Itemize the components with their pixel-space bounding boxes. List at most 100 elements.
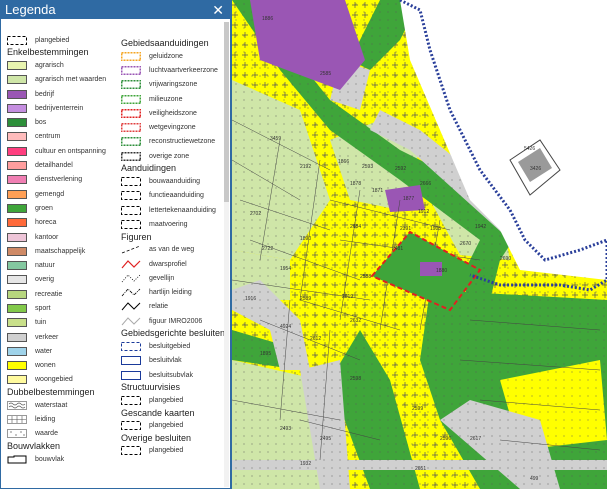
parcel-number: 1878 (350, 181, 361, 187)
legend-item: sport (7, 301, 115, 315)
legend-item-label: milieuzone (149, 95, 183, 103)
swatch-icon (7, 203, 27, 213)
parcel-number: 2592 (395, 166, 406, 172)
swatch-icon (121, 341, 141, 351)
legend-item-label: woongebied (35, 376, 73, 384)
swatch-icon (121, 108, 141, 118)
parcel-number: 3459 (270, 136, 281, 142)
legend-item-label: figuur IMRO2006 (149, 317, 203, 325)
parcel-number: 2684 (350, 224, 361, 230)
parcel-number: 1880 (436, 268, 447, 274)
swatch-icon (7, 303, 27, 313)
swatch-icon (7, 103, 27, 113)
legend-item-label: plangebied (35, 36, 70, 44)
legend-item: plangebied (121, 444, 229, 458)
legend-section-heading: Overige besluiten (121, 432, 192, 443)
legend-item: water (7, 344, 115, 358)
close-icon[interactable]: ✕ (212, 3, 224, 17)
legend-item: woongebied (7, 373, 115, 387)
parcel-number: 2599 (412, 406, 423, 412)
legend-item: plangebied (7, 33, 115, 47)
legend-section-heading: Enkelbestemmingen (7, 47, 89, 58)
legend-item: groen (7, 201, 115, 215)
legend-item-label: horeca (35, 219, 57, 227)
legend-item: detailhandel (7, 158, 115, 172)
parcel-number: 2495 (320, 436, 331, 442)
legend-item: bouwvlak (7, 452, 115, 466)
legend-item: plangebied (121, 393, 229, 407)
swatch-icon (7, 35, 27, 45)
legend-item-label: reconstructiewetzone (149, 138, 216, 146)
legend-item-label: plangebied (149, 422, 184, 430)
legend-item: waterstaat (7, 398, 115, 412)
legend-item: agrarisch (7, 58, 115, 72)
swatch-icon (7, 275, 27, 285)
parcel-number: 1877 (403, 196, 414, 202)
parcel-number: 2690 (500, 256, 511, 262)
legend-item-label: water (35, 347, 53, 355)
swatch-icon (121, 80, 141, 90)
legend-item-label: besluitgebied (149, 342, 191, 350)
swatch-icon (7, 161, 27, 171)
legend-item-label: besluitvlak (149, 357, 182, 365)
legend-item: overige zone (121, 149, 229, 163)
legend-section-heading: Aanduidingen (121, 163, 177, 174)
legend-item: kantoor (7, 230, 115, 244)
parcel-number: 2391 (400, 226, 411, 232)
legend-item-label: maatvoering (149, 220, 188, 228)
legend-item-label: gevellijn (149, 274, 175, 282)
swatch-icon (121, 395, 141, 405)
legend-item: recreatie (7, 287, 115, 301)
legend-section-heading: Gebiedsaanduidingen (121, 38, 209, 48)
swatch-icon (7, 75, 27, 85)
legend-item-label: dwarsprofiel (149, 260, 187, 268)
swatch-icon (7, 89, 27, 99)
legend-item: wetgevingzone (121, 120, 229, 134)
legend-item-label: geluidzone (149, 52, 183, 60)
parcel-number: 1916 (245, 296, 256, 302)
legend-section-heading: Gescande kaarten (121, 407, 195, 418)
swatch-icon (7, 146, 27, 156)
parcel-number: 2598 (350, 376, 361, 382)
legend-item-label: vrijwaringszone (149, 81, 198, 89)
legend-item-label: centrum (35, 133, 61, 141)
swatch-icon (121, 274, 141, 283)
legend-item: bos (7, 115, 115, 129)
legend-item-label: bedrijventerrein (35, 104, 84, 112)
legend-item-label: dienstverlening (35, 176, 83, 184)
legend-item: horeca (7, 216, 115, 230)
legend-item: overig (7, 273, 115, 287)
legend-item: hartlijn leiding (121, 285, 229, 299)
swatch-icon (7, 361, 27, 371)
legend-item: maatvoering (121, 217, 229, 231)
legend-item: cultuur en ontspanning (7, 144, 115, 158)
parcel-number: 2596 (440, 436, 451, 442)
legend-item-label: bouwaanduiding (149, 178, 200, 186)
parcel-number: 499 (530, 476, 539, 482)
legend-body: plangebied Enkelbestemmingen agrarisch agra… (0, 19, 230, 489)
swatch-icon (7, 118, 27, 128)
parcel-number: 2612 (310, 336, 321, 342)
scrollbar-thumb[interactable] (224, 22, 229, 202)
legend-item: leiding (7, 412, 115, 426)
swatch-icon (121, 151, 141, 161)
legend-item: bedrijventerrein (7, 101, 115, 115)
parcel-number: 1932 (300, 461, 311, 467)
legend-item-label: waterstaat (35, 401, 68, 409)
legend-item: besluitvlak (121, 354, 229, 368)
parcel-number: 2493 (280, 426, 291, 432)
swatch-icon (7, 400, 27, 410)
swatch-icon (121, 370, 141, 380)
parcel-number: 1866 (338, 159, 349, 165)
parcel-number: 2632 (350, 318, 361, 324)
legend-scrollbar[interactable] (224, 22, 229, 487)
legend-column-left: plangebied Enkelbestemmingen agrarisch agra… (7, 33, 115, 466)
parcel-number: 4924 (280, 324, 291, 330)
legend-item: dwarsprofiel (121, 257, 229, 271)
legend-panel: Legenda ✕ plangebied Enkelbestemmingen agr… (0, 0, 232, 489)
swatch-icon (7, 261, 27, 271)
legend-item-label: gemengd (35, 190, 65, 198)
swatch-icon (7, 289, 27, 299)
swatch-icon (121, 51, 141, 61)
legend-item: wonen (7, 359, 115, 373)
